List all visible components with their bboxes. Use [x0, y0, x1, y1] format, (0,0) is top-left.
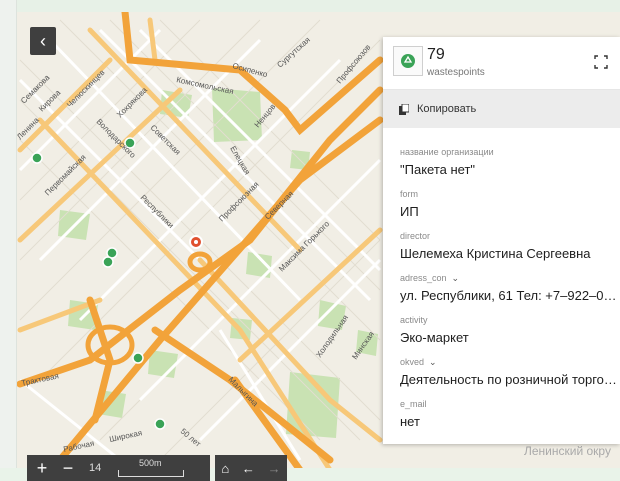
zoom-out-button[interactable]: −	[57, 458, 79, 479]
field-value: ИП	[400, 204, 419, 219]
back-arrow-icon[interactable]: ←	[242, 461, 255, 476]
back-button[interactable]: ‹	[30, 27, 56, 55]
left-strip	[0, 0, 17, 481]
expand-icon[interactable]	[594, 55, 608, 69]
layer-name: wastespoints	[427, 67, 485, 78]
feature-info-panel: 79 wastespoints Копировать название орга…	[383, 37, 620, 444]
copy-icon	[399, 103, 410, 115]
navigation-control: ⌂ ← →	[215, 455, 287, 481]
field-label: adress_con	[400, 273, 447, 283]
field-director: director Шелемеха Кристина Сергеевна	[400, 230, 620, 261]
field-value: Эко-маркет	[400, 330, 469, 345]
field-value: "Пакета нет"	[400, 162, 476, 177]
zoom-control: + − 14	[27, 455, 210, 481]
field-label: form	[400, 189, 418, 199]
top-strip	[0, 0, 620, 12]
feature-id: 79	[427, 46, 445, 63]
field-address-contact: adress_con ⌄ ул. Республики, 61 Тел: +7–…	[400, 272, 620, 304]
forward-arrow-icon[interactable]: →	[268, 461, 281, 476]
copy-button[interactable]: Копировать	[383, 90, 620, 128]
field-label: название организации	[400, 147, 494, 157]
home-icon[interactable]: ⌂	[221, 461, 229, 476]
scale-bar	[118, 470, 184, 477]
field-label: okved	[400, 357, 425, 367]
recycle-marker-icon	[393, 46, 423, 76]
field-value: Деятельность по розничной торговле ...	[400, 372, 620, 387]
field-label: e_mail	[400, 399, 427, 409]
zoom-in-button[interactable]: +	[31, 458, 53, 479]
field-activity: activity Эко-маркет	[400, 314, 620, 345]
field-okved: okved ⌄ Деятельность по розничной торгов…	[400, 356, 620, 388]
field-email: e_mail нет	[400, 398, 620, 429]
zoom-level: 14	[89, 462, 102, 474]
scale-label: 500m	[139, 458, 162, 468]
district-label: Ленинский окру	[524, 444, 611, 458]
attribute-list: название организации "Пакета нет" form И…	[383, 128, 620, 429]
field-value: ул. Республики, 61 Тел: +7–922–072–2...	[400, 288, 620, 303]
field-label: activity	[400, 315, 428, 325]
field-value: Шелемеха Кристина Сергеевна	[400, 246, 591, 261]
copy-label: Копировать	[417, 103, 477, 115]
chevron-left-icon: ‹	[40, 30, 46, 51]
chevron-down-icon[interactable]: ⌄	[429, 357, 437, 368]
field-label: director	[400, 231, 431, 241]
field-value: нет	[400, 414, 420, 429]
field-form: form ИП	[400, 188, 620, 219]
card-header: 79 wastespoints	[383, 37, 620, 90]
field-organization-name: название организации "Пакета нет"	[400, 146, 620, 177]
chevron-down-icon[interactable]: ⌄	[452, 273, 460, 284]
